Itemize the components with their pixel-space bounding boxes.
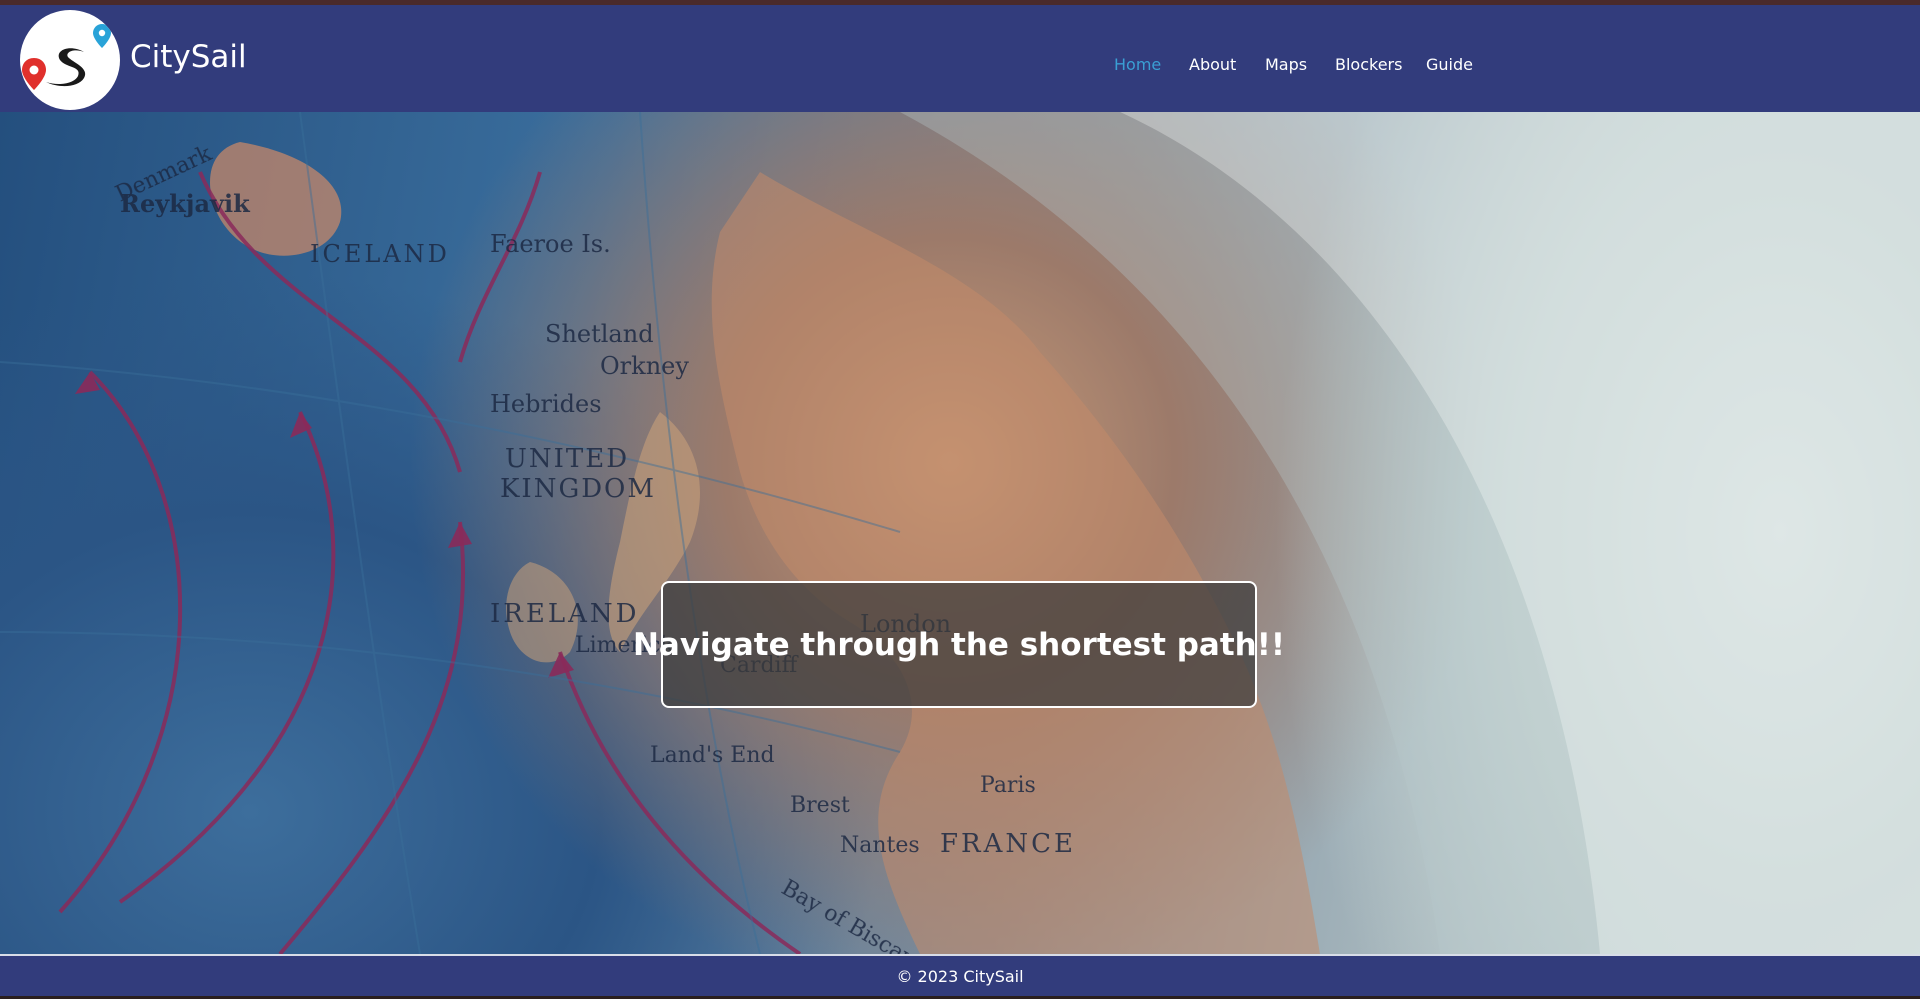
nav-link-about[interactable]: About — [1189, 53, 1236, 77]
svg-text:ICELAND: ICELAND — [310, 240, 450, 268]
svg-text:Hebrides: Hebrides — [490, 390, 602, 418]
nav-link-maps[interactable]: Maps — [1265, 53, 1307, 77]
svg-text:FRANCE: FRANCE — [940, 829, 1076, 859]
svg-text:UNITED: UNITED — [505, 444, 629, 474]
svg-text:Faeroe Is.: Faeroe Is. — [490, 230, 611, 258]
hero-section: Denmark Reykjavik ICELAND Faeroe Is. She… — [0, 112, 1920, 954]
nav-link-home[interactable]: Home — [1114, 53, 1161, 77]
navbar: CitySail Home About Maps Blockers Guide — [0, 5, 1920, 112]
svg-text:IRELAND: IRELAND — [490, 599, 639, 629]
nav-link-blockers[interactable]: Blockers — [1335, 53, 1402, 77]
main-nav: Home About Maps Blockers Guide — [0, 53, 1920, 77]
svg-text:Shetland: Shetland — [545, 320, 654, 348]
svg-text:Paris: Paris — [980, 773, 1036, 798]
svg-text:Land's End: Land's End — [650, 743, 775, 768]
svg-text:Nantes: Nantes — [840, 833, 920, 858]
svg-text:KINGDOM: KINGDOM — [500, 474, 656, 504]
footer: © 2023 CitySail — [0, 956, 1920, 996]
hero-headline: Navigate through the shortest path!! — [632, 626, 1286, 663]
globe-map-illustration: Denmark Reykjavik ICELAND Faeroe Is. She… — [0, 112, 1920, 954]
nav-link-guide[interactable]: Guide — [1426, 53, 1473, 77]
headline-box: Navigate through the shortest path!! — [633, 581, 1285, 708]
svg-text:Reykjavik: Reykjavik — [120, 189, 251, 218]
svg-text:Brest: Brest — [790, 793, 850, 818]
footer-copyright: © 2023 CitySail — [896, 966, 1024, 986]
svg-text:Orkney: Orkney — [600, 352, 689, 380]
